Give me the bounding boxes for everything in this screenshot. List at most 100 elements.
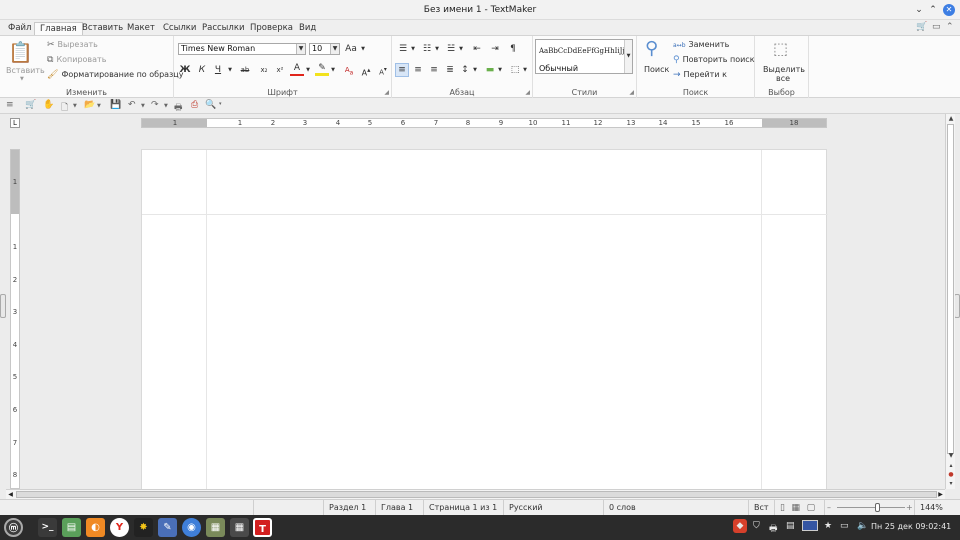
paste-button[interactable]: Вставить bbox=[6, 66, 45, 75]
browse-object-icon[interactable]: ● bbox=[946, 470, 956, 479]
open-folder-icon[interactable]: 📂 bbox=[84, 100, 95, 110]
chevron-down-icon[interactable]: ▼ bbox=[356, 42, 370, 56]
font-dialog-launcher-icon[interactable]: ◢ bbox=[384, 89, 389, 96]
bold-button[interactable]: Ж bbox=[178, 63, 192, 77]
gallery-scroll-icon[interactable]: ▼ bbox=[624, 40, 632, 73]
styles-dialog-launcher-icon[interactable]: ◢ bbox=[629, 89, 634, 96]
copy-button[interactable]: ⧉ Копировать bbox=[47, 55, 106, 65]
format-painter-button[interactable]: 🖌 Форматирование по образцу bbox=[47, 70, 184, 80]
subscript-button[interactable]: x₂ bbox=[257, 63, 271, 77]
character-style-icon[interactable]: Aa bbox=[342, 63, 356, 77]
tab-view[interactable]: Вид bbox=[294, 22, 321, 35]
status-language[interactable]: Русский bbox=[503, 500, 603, 515]
ribbon-collapse-icon[interactable]: ⌃ bbox=[946, 22, 954, 32]
chevron-down-icon[interactable]: ▼ bbox=[330, 44, 339, 54]
undo-icon[interactable]: ↶ bbox=[128, 100, 136, 110]
horizontal-ruler[interactable]: 1 1 2 3 4 5 6 7 8 9 10 11 12 13 14 15 16… bbox=[141, 118, 827, 128]
cart-icon[interactable]: 🛒 bbox=[916, 22, 927, 32]
tab-insert[interactable]: Вставить bbox=[77, 22, 128, 35]
chevron-down-icon[interactable]: ▼ bbox=[493, 63, 507, 77]
scroll-left-icon[interactable]: ◀ bbox=[6, 490, 15, 499]
find-button[interactable]: Поиск bbox=[644, 65, 669, 74]
printer-tray-icon[interactable]: 🖶 bbox=[769, 521, 778, 537]
cart-icon[interactable]: 🛒 bbox=[25, 100, 36, 110]
font-size-combo[interactable]: 10 ▼ bbox=[309, 43, 340, 55]
scroll-right-icon[interactable]: ▶ bbox=[936, 490, 945, 499]
horizontal-scroll-thumb[interactable] bbox=[16, 491, 937, 498]
repeat-search-button[interactable]: ⚲ Повторить поиск bbox=[673, 55, 755, 65]
anydesk-icon[interactable]: ◆ bbox=[733, 519, 747, 533]
save-icon[interactable]: 💾 bbox=[110, 100, 121, 110]
star-icon[interactable]: ★ bbox=[824, 521, 832, 531]
clock[interactable]: Пн 25 дек 09:02:41 bbox=[871, 522, 951, 531]
textmaker-icon[interactable]: T bbox=[253, 518, 272, 537]
pdf-export-icon[interactable]: ⎙ bbox=[191, 100, 198, 110]
chevron-down-icon[interactable]: ▼ bbox=[454, 42, 468, 56]
chevron-down-icon[interactable]: ▼ bbox=[301, 63, 315, 77]
align-center-icon[interactable]: ≡ bbox=[411, 63, 425, 77]
close-button[interactable]: ✕ bbox=[943, 4, 955, 16]
minimize-button[interactable]: ⌄ bbox=[913, 4, 925, 16]
archive-icon[interactable]: ▦ bbox=[206, 518, 225, 537]
chevron-down-icon[interactable]: ▼ bbox=[223, 63, 237, 77]
paragraph-dialog-launcher-icon[interactable]: ◢ bbox=[525, 89, 530, 96]
firefox-icon[interactable]: ◐ bbox=[86, 518, 105, 537]
chevron-down-icon[interactable]: ▼ bbox=[430, 42, 444, 56]
message-icon[interactable]: ▭ bbox=[840, 521, 849, 531]
scroll-down-icon[interactable]: ▼ bbox=[946, 451, 956, 460]
status-zoom-value[interactable]: 144% bbox=[914, 500, 960, 515]
chevron-down-icon[interactable]: ▼ bbox=[326, 63, 340, 77]
print-preview-icon[interactable]: 🔍 bbox=[205, 100, 216, 110]
clipboard-icon[interactable]: ▤ bbox=[786, 521, 795, 531]
strikethrough-button[interactable]: ab bbox=[238, 63, 252, 77]
options-icon[interactable]: ▭ bbox=[932, 22, 941, 32]
paste-dropdown-icon[interactable]: ▼ bbox=[20, 76, 24, 82]
menu-icon[interactable]: ≡ bbox=[6, 100, 14, 110]
maximize-button[interactable]: ⌃ bbox=[927, 4, 939, 16]
styles-gallery[interactable]: AaBbCcDdEeFfGgHhIiJj Обычный ▼ bbox=[535, 39, 633, 74]
chevron-down-icon[interactable]: ▼ bbox=[164, 103, 168, 109]
customize-toolbar-icon[interactable]: ▾ bbox=[219, 101, 222, 107]
page-view-icon[interactable]: ▯ bbox=[780, 503, 785, 513]
shield-icon[interactable]: ⛉ bbox=[753, 521, 760, 531]
hand-icon[interactable]: ✋ bbox=[43, 100, 54, 110]
tab-layout[interactable]: Макет bbox=[122, 22, 160, 35]
normal-view-icon[interactable]: ▦ bbox=[792, 503, 801, 513]
tab-mailings[interactable]: Рассылки bbox=[197, 22, 249, 35]
yandex-browser-icon[interactable]: Y bbox=[110, 518, 129, 537]
superscript-button[interactable]: x² bbox=[273, 63, 287, 77]
document-area[interactable] bbox=[22, 132, 944, 489]
chevron-down-icon[interactable]: ▼ bbox=[141, 103, 145, 109]
calculator-icon[interactable]: ▦ bbox=[230, 518, 249, 537]
tab-stop-selector[interactable]: L bbox=[10, 118, 20, 128]
shrink-font-icon[interactable]: A▾ bbox=[376, 63, 390, 77]
replace-button[interactable]: a↔b Заменить bbox=[673, 40, 729, 49]
next-page-icon[interactable]: ▾ bbox=[946, 479, 956, 488]
goto-button[interactable]: → Перейти к bbox=[673, 70, 727, 80]
chevron-down-icon[interactable]: ▼ bbox=[296, 44, 305, 54]
zoom-out-icon[interactable]: – bbox=[827, 500, 831, 515]
horizontal-scrollbar[interactable]: ◀ ▶ bbox=[6, 489, 945, 499]
select-all-line1[interactable]: Выделить bbox=[763, 65, 805, 74]
chevron-down-icon[interactable]: ▼ bbox=[406, 42, 420, 56]
tab-file[interactable]: Файл bbox=[3, 22, 36, 35]
cut-button[interactable]: ✂ Вырезать bbox=[47, 40, 98, 50]
redo-icon[interactable]: ↷ bbox=[151, 100, 159, 110]
left-panel-handle[interactable] bbox=[0, 294, 6, 318]
chevron-down-icon[interactable]: ▼ bbox=[518, 63, 532, 77]
status-insert-mode[interactable]: Вст bbox=[748, 500, 774, 515]
style-name[interactable]: Обычный bbox=[539, 64, 578, 73]
scroll-up-icon[interactable]: ▲ bbox=[946, 114, 956, 123]
select-all-line2[interactable]: все bbox=[776, 74, 790, 83]
tab-home[interactable]: Главная bbox=[34, 22, 83, 35]
terminal-icon[interactable]: >_ bbox=[38, 518, 57, 537]
zoom-slider-track[interactable] bbox=[837, 507, 905, 508]
chevron-down-icon[interactable]: ▼ bbox=[97, 103, 101, 109]
volume-icon[interactable]: 🔈 bbox=[857, 521, 868, 531]
chevron-down-icon[interactable]: ▼ bbox=[73, 103, 77, 109]
document-page[interactable] bbox=[141, 149, 828, 489]
grow-font-icon[interactable]: A▴ bbox=[359, 63, 373, 78]
media-player-icon[interactable]: ✸ bbox=[134, 518, 153, 537]
tab-review[interactable]: Проверка bbox=[245, 22, 298, 35]
us-flag-icon[interactable] bbox=[802, 520, 818, 531]
